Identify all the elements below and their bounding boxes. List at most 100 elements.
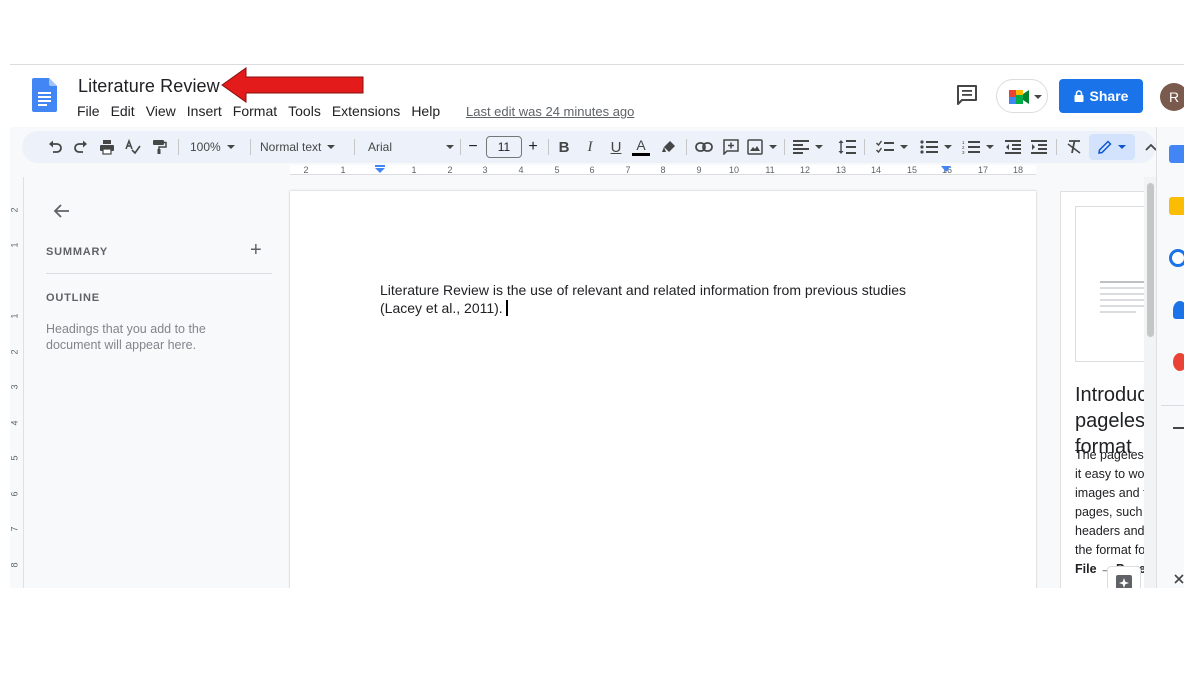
menu-format[interactable]: Format xyxy=(232,103,283,119)
editing-mode-button[interactable] xyxy=(1089,134,1135,160)
last-edit-link[interactable]: Last edit was 24 minutes ago xyxy=(466,104,634,119)
ruler-number: 2 xyxy=(447,165,453,175)
line-spacing-button[interactable] xyxy=(836,135,858,159)
zoom-select[interactable]: 100% xyxy=(190,135,246,159)
numbered-list-button[interactable]: 123 xyxy=(960,135,996,159)
menu-file[interactable]: File xyxy=(76,103,106,119)
outline-hint: Headings that you add to the document wi… xyxy=(46,322,206,352)
docs-logo-icon[interactable] xyxy=(32,78,57,112)
ruler-number: 2 xyxy=(10,207,20,213)
align-button[interactable] xyxy=(792,135,824,159)
menu-insert[interactable]: Insert xyxy=(186,103,228,119)
highlight-icon xyxy=(662,141,675,152)
side-panel-divider xyxy=(1161,405,1184,406)
tasks-icon[interactable] xyxy=(1169,249,1184,267)
print-button[interactable] xyxy=(96,135,118,159)
spellcheck-button[interactable] xyxy=(122,135,144,159)
document-body[interactable]: Literature Review is the use of relevant… xyxy=(380,281,950,317)
ruler-number: 8 xyxy=(660,165,666,175)
ruler-number: 1 xyxy=(10,242,20,248)
toolbar-separator xyxy=(864,139,865,155)
share-button[interactable]: Share xyxy=(1059,79,1143,113)
summary-label: SUMMARY xyxy=(46,246,109,258)
contacts-icon[interactable] xyxy=(1173,301,1184,319)
lock-icon xyxy=(1074,90,1084,102)
left-indent-marker[interactable] xyxy=(374,165,386,175)
document-page[interactable]: Literature Review is the use of relevant… xyxy=(290,191,1036,588)
decrease-font-size-button[interactable]: − xyxy=(464,135,482,159)
ruler-track: 2 1 1 2 3 4 5 6 7 8 9 10 11 12 13 14 15 … xyxy=(290,165,1036,175)
increase-indent-button[interactable] xyxy=(1028,135,1050,159)
numbered-list-icon: 123 xyxy=(962,140,980,154)
undo-button[interactable] xyxy=(44,135,66,159)
toolbar-separator xyxy=(784,139,785,155)
body-paragraph: Literature Review is the use of relevant… xyxy=(380,282,907,316)
link-button[interactable] xyxy=(692,135,716,159)
card-action-button[interactable] xyxy=(1107,566,1141,588)
menu-bar: File Edit View Insert Format Tools Exten… xyxy=(76,103,450,119)
ruler-number: 6 xyxy=(589,165,595,175)
ruler-number: 14 xyxy=(870,165,882,175)
paint-format-button[interactable] xyxy=(148,135,170,159)
clear-formatting-button[interactable] xyxy=(1064,135,1084,159)
highlight-button[interactable] xyxy=(658,135,680,159)
menu-tools[interactable]: Tools xyxy=(287,103,327,119)
toolbar-separator xyxy=(686,139,687,155)
right-indent-marker[interactable] xyxy=(940,165,952,175)
style-select[interactable]: Normal text xyxy=(260,135,348,159)
avatar[interactable]: R xyxy=(1160,83,1184,111)
checklist-button[interactable] xyxy=(874,135,910,159)
formatting-toolbar: 100% Normal text Arial − 11 + B I U A 1 … xyxy=(22,131,1157,163)
menu-edit[interactable]: Edit xyxy=(110,103,141,119)
increase-font-size-button[interactable]: + xyxy=(524,135,542,159)
menu-extensions[interactable]: Extensions xyxy=(331,103,406,119)
underline-button[interactable]: U xyxy=(606,135,626,159)
ruler-number: 1 xyxy=(340,165,346,175)
chevron-down-icon xyxy=(327,145,336,149)
ruler-number: 4 xyxy=(518,165,524,175)
font-size-input[interactable]: 11 xyxy=(486,136,522,158)
chevron-down-icon xyxy=(446,145,454,149)
insert-image-button[interactable] xyxy=(746,135,778,159)
bullet-list-button[interactable] xyxy=(918,135,954,159)
redo-button[interactable] xyxy=(70,135,92,159)
spellcheck-icon xyxy=(125,139,141,155)
chevron-down-icon xyxy=(944,145,952,149)
ruler-number: 13 xyxy=(835,165,847,175)
comment-icon[interactable] xyxy=(955,83,979,107)
maps-icon[interactable] xyxy=(1173,353,1184,371)
vertical-scrollbar[interactable] xyxy=(1144,177,1156,588)
document-title[interactable]: Literature Review xyxy=(78,76,220,97)
redo-icon xyxy=(74,140,87,153)
text-color-letter: A xyxy=(636,137,646,153)
decrease-indent-button[interactable] xyxy=(1002,135,1024,159)
ruler-number: 1 xyxy=(10,313,20,319)
annotation-arrow-icon xyxy=(221,67,364,103)
line-spacing-icon xyxy=(838,140,856,154)
hide-side-panel-icon[interactable] xyxy=(1173,573,1184,585)
menu-help[interactable]: Help xyxy=(410,103,446,119)
italic-button[interactable]: I xyxy=(580,135,600,159)
add-summary-button[interactable]: + xyxy=(250,239,262,262)
back-arrow-icon[interactable] xyxy=(52,201,72,221)
keep-icon[interactable] xyxy=(1169,197,1184,215)
calendar-icon[interactable] xyxy=(1169,145,1184,163)
toolbar-separator xyxy=(548,139,549,155)
ruler-number: 8 xyxy=(10,562,20,568)
bold-button[interactable]: B xyxy=(554,135,574,159)
font-value: Arial xyxy=(368,140,393,154)
text-color-button[interactable]: A xyxy=(630,135,652,159)
menu-view[interactable]: View xyxy=(145,103,182,119)
scroll-thumb[interactable] xyxy=(1147,183,1154,337)
chevron-down-icon xyxy=(900,145,908,149)
meet-button[interactable] xyxy=(996,79,1048,113)
sparkle-icon xyxy=(1116,575,1132,588)
insert-image-icon xyxy=(747,139,763,155)
bullet-list-icon xyxy=(920,140,938,154)
svg-text:3: 3 xyxy=(962,150,965,154)
font-select[interactable]: Arial xyxy=(368,135,454,159)
add-comment-button[interactable] xyxy=(720,135,742,159)
ruler-number: 5 xyxy=(554,165,560,175)
get-addons-icon[interactable] xyxy=(1173,427,1184,429)
panel-divider xyxy=(46,273,272,274)
